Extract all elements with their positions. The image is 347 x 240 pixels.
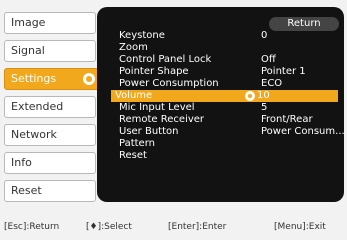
sidebar: Image Signal Settings Extended Network I… xyxy=(0,0,104,210)
help-bar: [Esc]:Return [♦]:Select [Enter]:Enter [M… xyxy=(0,219,347,235)
help-esc-return: [Esc]:Return xyxy=(4,222,60,232)
sidebar-item-label: Extended xyxy=(11,100,64,113)
sidebar-item-network[interactable]: Network xyxy=(4,124,96,146)
menu-item-value: Off xyxy=(261,54,276,65)
menu-item-label: Volume xyxy=(115,90,153,101)
help-enter: [Enter]:Enter xyxy=(168,222,227,232)
return-button[interactable]: Return xyxy=(269,17,339,31)
sidebar-item-image[interactable]: Image xyxy=(4,12,96,34)
sidebar-item-extended[interactable]: Extended xyxy=(4,96,96,118)
sidebar-item-info[interactable]: Info xyxy=(4,152,96,174)
menu-item-label: Pattern xyxy=(119,138,155,149)
menu-item-pointer-shape[interactable]: Pointer Shape Pointer 1 xyxy=(115,66,342,78)
sidebar-item-label: Info xyxy=(11,156,32,169)
menu-item-label: Remote Receiver xyxy=(119,114,205,125)
menu-item-user-button[interactable]: User Button Power Consum... xyxy=(115,126,345,138)
menu-item-label: Reset xyxy=(119,150,147,161)
help-select: [♦]:Select xyxy=(86,222,132,232)
menu-item-value: 0 xyxy=(261,30,268,41)
menu-item-label: User Button xyxy=(119,126,179,137)
sidebar-item-label: Settings xyxy=(11,72,57,85)
sidebar-item-signal[interactable]: Signal xyxy=(4,40,96,62)
select-indicator-icon xyxy=(83,73,95,85)
menu-item-value: Front/Rear xyxy=(261,114,313,125)
menu-item-label: Power Consumption xyxy=(119,78,219,89)
menu-item-value: 5 xyxy=(261,102,268,113)
sidebar-item-label: Signal xyxy=(11,44,45,57)
menu-item-label: Pointer Shape xyxy=(119,66,189,77)
menu-item-pattern[interactable]: Pattern xyxy=(115,138,342,150)
menu-item-value: 10 xyxy=(257,90,270,101)
menu-item-label: Control Panel Lock xyxy=(119,54,212,65)
sidebar-item-label: Reset xyxy=(11,184,42,197)
menu-item-label: Zoom xyxy=(119,42,148,53)
sidebar-item-settings[interactable]: Settings xyxy=(4,68,104,90)
menu-item-label: Keystone xyxy=(119,30,165,41)
menu-item-zoom[interactable]: Zoom xyxy=(115,42,342,54)
menu-item-control-panel-lock[interactable]: Control Panel Lock Off xyxy=(115,54,342,66)
menu-item-volume[interactable]: Volume 10 xyxy=(111,90,338,102)
menu-item-keystone[interactable]: Keystone 0 xyxy=(115,30,342,42)
menu-item-value: ECO xyxy=(261,78,283,89)
menu-item-power-consumption[interactable]: Power Consumption ECO xyxy=(115,78,342,90)
menu-item-remote-receiver[interactable]: Remote Receiver Front/Rear xyxy=(115,114,342,126)
help-menu-exit: [Menu]:Exit xyxy=(274,222,326,232)
sidebar-item-label: Image xyxy=(11,16,46,29)
menu-item-value: Power Consum... xyxy=(261,126,345,137)
menu-item-reset[interactable]: Reset xyxy=(115,150,342,162)
select-indicator-icon xyxy=(245,91,255,101)
sidebar-item-label: Network xyxy=(11,128,57,141)
menu-item-label: Mic Input Level xyxy=(119,102,195,113)
menu-item-mic-input-level[interactable]: Mic Input Level 5 xyxy=(115,102,342,114)
menu-item-value: Pointer 1 xyxy=(261,66,306,77)
settings-panel: Return Keystone 0 Zoom Control Panel Loc… xyxy=(97,7,345,202)
sidebar-item-reset[interactable]: Reset xyxy=(4,180,96,202)
